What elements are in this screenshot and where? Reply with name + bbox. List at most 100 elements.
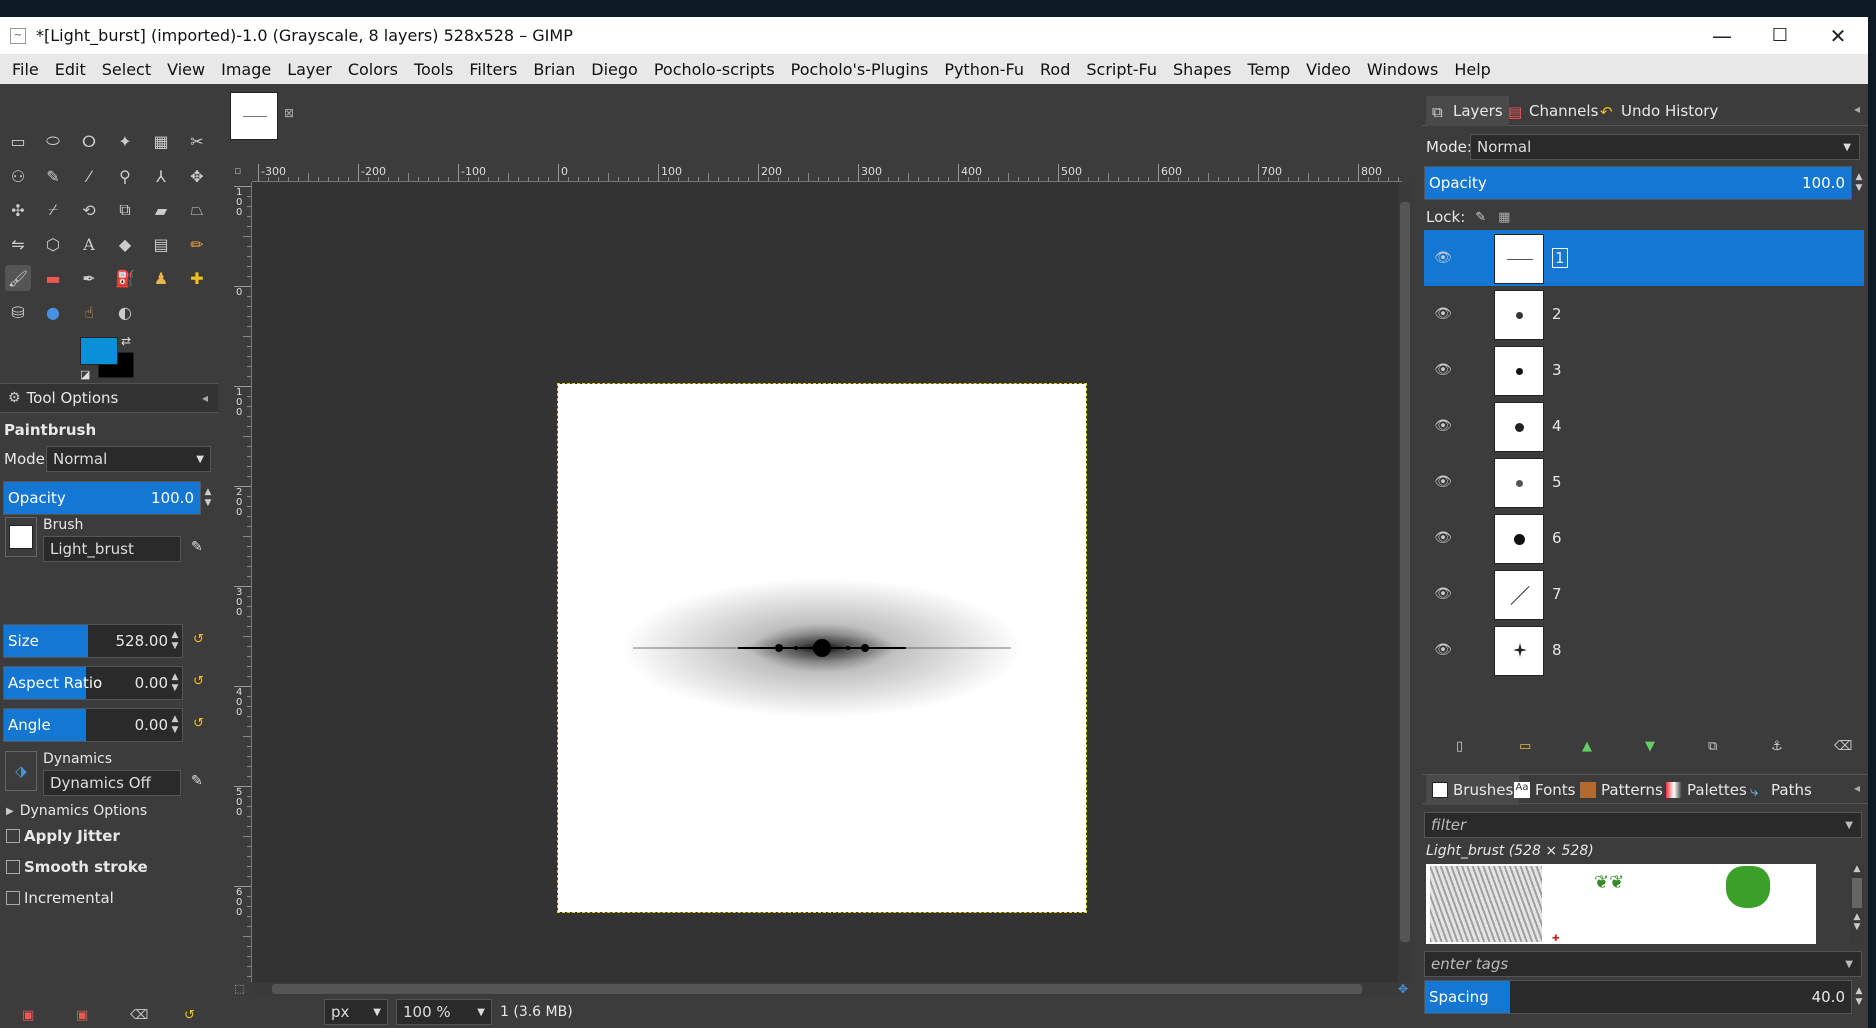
color-select-icon[interactable]: ▦	[148, 128, 174, 154]
text-tool-icon[interactable]: A	[76, 231, 102, 257]
eye-icon[interactable]: 👁	[1432, 530, 1454, 546]
color-picker-icon[interactable]: ⁄	[76, 163, 102, 189]
menu-video[interactable]: Video	[1306, 60, 1351, 79]
layer-row-7[interactable]: 👁 7	[1424, 566, 1864, 622]
layer-name[interactable]: 4	[1552, 417, 1562, 435]
tool-options-tab[interactable]: ⚙ Tool Options ◂	[0, 383, 218, 413]
angle-reset-icon[interactable]: ↺	[193, 716, 204, 731]
tab-palettes[interactable]: Palettes	[1660, 775, 1753, 805]
spacing-spin[interactable]: ▲ ▼	[1852, 982, 1866, 1012]
foreground-color-swatch[interactable]	[80, 337, 118, 365]
layer-row-1[interactable]: 👁 1	[1424, 230, 1864, 286]
close-button[interactable]: ✕	[1810, 17, 1866, 54]
brush-preview-button[interactable]	[5, 517, 37, 557]
mode-combo[interactable]: Normal ▼	[46, 446, 211, 472]
angle-slider[interactable]: Angle 0.00	[3, 708, 183, 742]
tab-menu-icon[interactable]: ◂	[1854, 781, 1860, 795]
angle-spin[interactable]: ▲ ▼	[168, 710, 182, 740]
brush-thumb-pepper[interactable]	[1726, 866, 1770, 908]
menu-python-fu[interactable]: Python-Fu	[944, 60, 1024, 79]
horizontal-ruler[interactable]: -300 -200 -100 0 100 200 300 400 500 600 700 800	[252, 164, 1402, 182]
smudge-icon[interactable]: ☝	[76, 299, 102, 325]
crop-icon[interactable]: ⌿	[40, 197, 66, 223]
eraser-icon[interactable]: ▬	[40, 265, 66, 291]
eye-icon[interactable]: 👁	[1432, 250, 1454, 266]
aspect-reset-icon[interactable]: ↺	[193, 674, 204, 689]
measure-icon[interactable]: ⅄	[148, 163, 174, 189]
brush-thumb-vine[interactable]: ❦❦	[1594, 872, 1654, 902]
menu-brian[interactable]: Brian	[533, 60, 575, 79]
tab-brushes[interactable]: Brushes	[1426, 775, 1520, 805]
apply-jitter-checkbox[interactable]: Apply Jitter	[6, 826, 120, 846]
paintbrush-icon[interactable]: 🖌	[5, 265, 31, 291]
perspective-clone-icon[interactable]: ⛁	[5, 299, 31, 325]
brush-grid-scrollbar[interactable]: ▲ ▲ ▼	[1850, 864, 1864, 944]
lock-pixels-icon[interactable]: ✎	[1475, 210, 1486, 225]
layer-row-6[interactable]: 👁 6	[1424, 510, 1864, 566]
eye-icon[interactable]: 👁	[1432, 306, 1454, 322]
brush-tags-input[interactable]: enter tags ▼	[1424, 951, 1862, 977]
menu-temp[interactable]: Temp	[1247, 60, 1290, 79]
shear-icon[interactable]: ▰	[148, 197, 174, 223]
menu-windows[interactable]: Windows	[1367, 60, 1438, 79]
restore-options-icon[interactable]: ▣	[76, 1008, 88, 1023]
layer-opacity-spin[interactable]: ▲ ▼	[1852, 168, 1866, 198]
layer-row-2[interactable]: 👁 2	[1424, 286, 1864, 342]
bucket-fill-icon[interactable]: ◆	[112, 231, 138, 257]
dynamics-options-expander[interactable]: ▶ Dynamics Options	[6, 801, 147, 821]
canvas-area[interactable]	[252, 182, 1398, 982]
menu-image[interactable]: Image	[221, 60, 271, 79]
menu-pocholos-plugins[interactable]: Pocholo's-Plugins	[791, 60, 929, 79]
blur-icon[interactable]: ●	[40, 299, 66, 325]
eye-icon[interactable]: 👁	[1432, 642, 1454, 658]
eye-icon[interactable]: 👁	[1432, 418, 1454, 434]
smooth-stroke-checkbox[interactable]: Smooth stroke	[6, 857, 148, 877]
zoom-combo[interactable]: 100 % ▼	[396, 999, 492, 1025]
layer-row-4[interactable]: 👁 4	[1424, 398, 1864, 454]
tab-channels[interactable]: ▤ Channels	[1502, 96, 1604, 126]
rect-select-icon[interactable]: ▭	[5, 128, 31, 154]
menu-rod[interactable]: Rod	[1040, 60, 1070, 79]
eye-icon[interactable]: 👁	[1432, 362, 1454, 378]
layers-list[interactable]: 👁 1 👁 2 👁 3 👁 4 👁 5 👁 6 👁 7 👁 8	[1424, 230, 1864, 750]
layer-name[interactable]: 5	[1552, 473, 1562, 491]
edit-brush-icon[interactable]: ✎	[191, 539, 203, 555]
tab-undo-history[interactable]: ↶ Undo History	[1594, 96, 1724, 126]
foreground-select-icon[interactable]: ⚇	[5, 163, 31, 189]
menu-colors[interactable]: Colors	[348, 60, 398, 79]
dynamics-field[interactable]: Dynamics Off	[43, 770, 181, 796]
airbrush-icon[interactable]: ✒	[76, 265, 102, 291]
tab-menu-icon[interactable]: ◂	[202, 391, 208, 405]
navigate-icon[interactable]: ✥	[1398, 982, 1408, 996]
quick-mask-icon[interactable]: ⬚	[234, 982, 244, 995]
perspective-icon[interactable]: ⏢	[184, 197, 210, 223]
brush-thumb-grass[interactable]	[1430, 866, 1542, 942]
move-icon[interactable]: ✥	[184, 163, 210, 189]
edit-dynamics-icon[interactable]: ✎	[191, 773, 203, 789]
ruler-corner[interactable]: ▫	[234, 164, 252, 182]
tab-paths[interactable]: ⤷ Paths	[1744, 775, 1818, 805]
free-select-icon[interactable]: ⵔ	[76, 128, 102, 154]
reset-options-icon[interactable]: ↺	[184, 1008, 195, 1023]
delete-layer-icon[interactable]: ⌫	[1834, 739, 1852, 754]
menu-pocholo-scripts[interactable]: Pocholo-scripts	[654, 60, 775, 79]
layer-row-5[interactable]: 👁 5	[1424, 454, 1864, 510]
size-reset-icon[interactable]: ↺	[193, 632, 204, 647]
swap-colors-icon[interactable]: ⇄	[121, 334, 131, 348]
incremental-checkbox[interactable]: Incremental	[6, 888, 114, 908]
ink-icon[interactable]: ⛽	[112, 265, 138, 291]
rotate-icon[interactable]: ⟲	[76, 197, 102, 223]
tab-menu-icon[interactable]: ◂	[1854, 102, 1860, 116]
vertical-scroll-thumb[interactable]	[1400, 202, 1410, 942]
vertical-ruler[interactable]: 100 0 100 200 300 400 500 600	[234, 182, 252, 982]
new-layer-group-icon[interactable]: ▭	[1519, 739, 1531, 754]
layer-mode-combo[interactable]: Normal ▼	[1470, 134, 1860, 160]
raise-layer-icon[interactable]: ▲	[1582, 739, 1592, 754]
zoom-icon[interactable]: ⚲	[112, 163, 138, 189]
new-layer-icon[interactable]: ▯	[1456, 739, 1463, 754]
default-colors-icon[interactable]: ◪	[80, 368, 90, 381]
pencil-icon[interactable]: ✏	[184, 231, 210, 257]
menu-tools[interactable]: Tools	[414, 60, 453, 79]
close-tab-icon[interactable]: ⊠	[284, 106, 294, 120]
tab-layers[interactable]: ⧉ Layers	[1426, 96, 1509, 126]
